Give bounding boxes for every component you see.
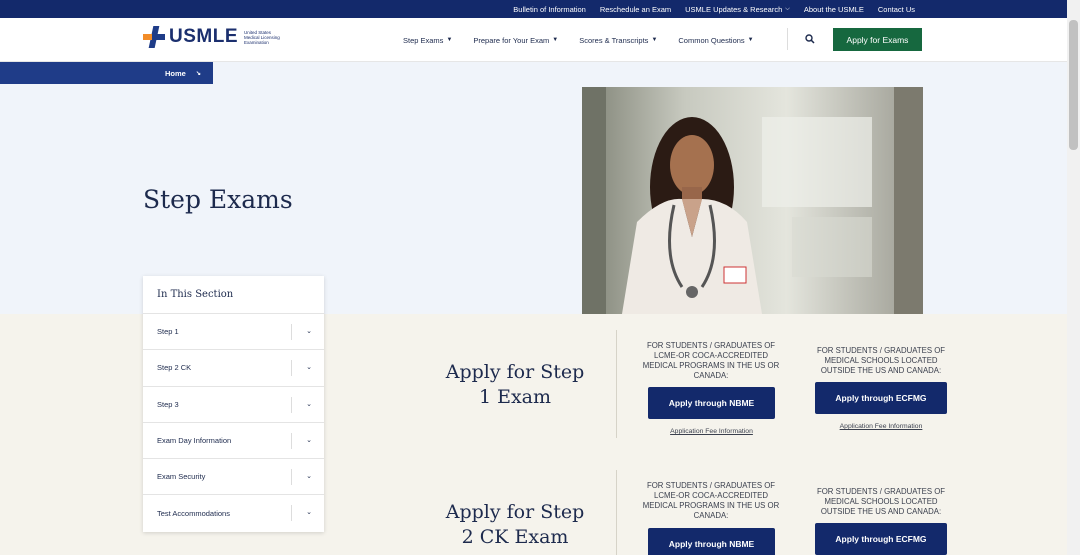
sidebar-item-label: Step 3: [157, 399, 179, 409]
utility-link-about[interactable]: About the USMLE: [797, 5, 871, 14]
sidebar-item-step-1[interactable]: Step 1 ⌄: [143, 314, 324, 351]
nav-label: Step Exams: [403, 35, 444, 45]
section-divider: [616, 470, 617, 555]
logo-cross-icon: [143, 26, 165, 48]
sidebar-item-exam-security[interactable]: Exam Security ⌄: [143, 459, 324, 496]
chevron-down-icon[interactable]: ⌄: [306, 436, 312, 444]
sidebar-item-exam-day[interactable]: Exam Day Information ⌄: [143, 423, 324, 460]
utility-link-updates-label: USMLE Updates & Research: [685, 4, 783, 14]
chevron-down-icon[interactable]: ⌄: [306, 508, 312, 516]
heading-line: Apply for Step: [445, 361, 585, 383]
utility-bar: Bulletin of Information Reschedule an Ex…: [0, 0, 1080, 18]
main-header: USMLE United States Medical Licensing Ex…: [0, 18, 1080, 62]
fee-info-link[interactable]: Application Fee Information: [815, 423, 947, 430]
nav-item-prepare[interactable]: Prepare for Your Exam ▼: [473, 36, 558, 45]
logo-subtitle: United States Medical Licensing Examinat…: [244, 29, 280, 45]
apply-ecfmg-button[interactable]: Apply through ECFMG: [815, 523, 947, 555]
chevron-down-icon: ⌵: [785, 5, 790, 12]
chevron-down-icon: ▼: [552, 37, 559, 43]
fee-info-link[interactable]: Application Fee Information: [648, 428, 775, 435]
sidebar-divider: [291, 432, 292, 449]
chevron-down-icon[interactable]: ⌄: [306, 327, 312, 335]
apply-ecfmg-button[interactable]: Apply through ECFMG: [815, 382, 947, 414]
breadcrumb-arrow-icon: ↘: [195, 70, 201, 77]
nav-item-questions[interactable]: Common Questions ▼: [678, 36, 753, 45]
sidebar-divider: [291, 396, 292, 413]
chevron-down-icon: ▼: [651, 37, 658, 43]
sidebar-item-step-2-ck[interactable]: Step 2 CK ⌄: [143, 350, 324, 387]
us-canada-label: FOR STUDENTS / GRADUATES OF LCME-OR COCA…: [642, 481, 780, 520]
sidebar-divider: [291, 324, 292, 340]
apply-for-exams-button[interactable]: Apply for Exams: [833, 28, 922, 51]
nav-item-scores[interactable]: Scores & Transcripts ▼: [579, 36, 657, 45]
step-2-ck-heading: Apply for Step 2 CK Exam: [435, 500, 595, 550]
section-divider: [616, 330, 617, 438]
scrollbar-thumb[interactable]: [1069, 20, 1078, 150]
utility-link-contact[interactable]: Contact Us: [871, 5, 922, 14]
apply-nbme-button[interactable]: Apply through NBME: [648, 387, 775, 419]
sidebar-item-label: Exam Day Information: [157, 436, 232, 446]
search-icon[interactable]: [805, 34, 815, 44]
usmle-logo[interactable]: USMLE United States Medical Licensing Ex…: [143, 26, 284, 48]
page-title: Step Exams: [143, 185, 293, 214]
heading-line: Apply for Step: [445, 501, 585, 523]
nav-divider: [787, 28, 788, 50]
sidebar-divider: [291, 360, 292, 377]
utility-link-updates[interactable]: USMLE Updates & Research ⌵: [678, 5, 797, 14]
international-label: FOR STUDENTS / GRADUATES OF MEDICAL SCHO…: [816, 487, 946, 516]
nav-item-step-exams[interactable]: Step Exams ▼: [403, 36, 452, 45]
utility-link-bulletin[interactable]: Bulletin of Information: [506, 5, 593, 14]
logo-text: USMLE: [169, 26, 238, 47]
doctor-photo: [582, 87, 923, 314]
sidebar-item-label: Step 2 CK: [157, 363, 192, 373]
sidebar-item-test-accommodations[interactable]: Test Accommodations ⌄: [143, 495, 324, 531]
step-1-heading: Apply for Step 1 Exam: [435, 360, 595, 410]
utility-link-reschedule[interactable]: Reschedule an Exam: [593, 5, 678, 14]
nav-label: Common Questions: [678, 35, 745, 45]
section-sidebar: In This Section Step 1 ⌄ Step 2 CK ⌄ Step …: [143, 276, 324, 532]
chevron-down-icon: ▼: [446, 37, 453, 43]
main-nav: Step Exams ▼ Prepare for Your Exam ▼ Score…: [403, 18, 775, 62]
apply-nbme-button[interactable]: Apply through NBME: [648, 528, 775, 555]
chevron-down-icon[interactable]: ⌄: [306, 472, 312, 480]
sidebar-item-step-3[interactable]: Step 3 ⌄: [143, 387, 324, 423]
sidebar-item-label: Test Accommodations: [157, 509, 230, 519]
chevron-down-icon[interactable]: ⌄: [306, 400, 312, 408]
nav-label: Scores & Transcripts: [579, 35, 649, 45]
sidebar-divider: [291, 469, 292, 486]
sidebar-title: In This Section: [143, 276, 324, 314]
sidebar-item-label: Step 1: [157, 327, 179, 337]
chevron-down-icon: ▼: [747, 37, 754, 43]
breadcrumb-home[interactable]: Home: [165, 69, 186, 78]
sidebar-item-label: Exam Security: [157, 472, 206, 482]
heading-line: 2 CK Exam: [461, 526, 569, 548]
us-canada-label: FOR STUDENTS / GRADUATES OF LCME-OR COCA…: [642, 341, 780, 380]
sidebar-divider: [291, 505, 292, 522]
chevron-down-icon[interactable]: ⌄: [306, 363, 312, 371]
nav-label: Prepare for Your Exam: [473, 35, 550, 45]
breadcrumb: Home ↘: [0, 62, 213, 84]
heading-line: 1 Exam: [478, 386, 552, 408]
international-label: FOR STUDENTS / GRADUATES OF MEDICAL SCHO…: [816, 346, 946, 375]
